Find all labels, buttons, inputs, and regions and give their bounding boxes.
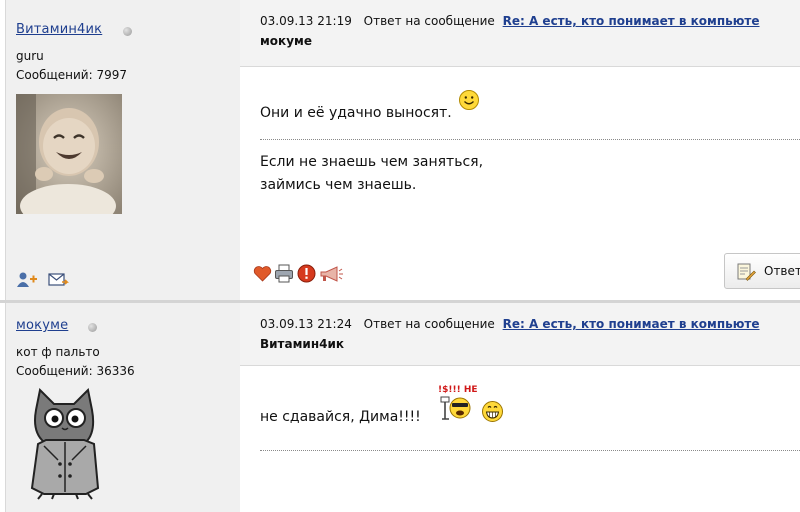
post-datetime: 03.09.13 21:19 (260, 14, 352, 28)
signature-line: займись чем знаешь. (260, 177, 417, 193)
megaphone-icon[interactable] (318, 265, 344, 283)
smile-emoticon-icon (459, 90, 480, 110)
recipient-name: мокуме (260, 34, 312, 48)
offline-status-icon (123, 27, 132, 36)
message-divider (260, 450, 800, 451)
avatar (30, 388, 100, 500)
avatar (16, 94, 122, 214)
reply-button-label: Ответ (764, 264, 800, 278)
grin-emoticon-icon (482, 401, 503, 422)
author-panel: мокуме кот ф пальто Сообщений: 36336 (5, 303, 241, 512)
author-name-link[interactable]: мокуме (16, 318, 68, 333)
message-text: Они и её удачно выносят. (260, 105, 452, 121)
signature: Если не знаешь чем заняться, займись чем… (260, 151, 483, 197)
offline-status-icon (88, 323, 97, 332)
author-post-count: Сообщений: 36336 (16, 364, 135, 378)
message-panel: 03.09.13 21:19 Ответ на сообщение Re: А … (240, 0, 800, 301)
message-header: 03.09.13 21:24 Ответ на сообщение Re: А … (240, 303, 800, 366)
heart-icon[interactable] (253, 265, 272, 282)
add-friend-icon[interactable] (16, 271, 38, 289)
message-meta: 03.09.13 21:24 Ответ на сообщение Re: А … (260, 317, 760, 331)
author-panel: Витамин4ик guru Сообщений: 7997 (5, 0, 241, 301)
forum-post: Витамин4ик guru Сообщений: 7997 03.09.13… (0, 0, 800, 301)
warning-icon[interactable] (297, 264, 316, 283)
message-meta: 03.09.13 21:19 Ответ на сообщение Re: А … (260, 14, 760, 28)
author-rank: кот ф пальто (16, 345, 100, 359)
reply-prefix: Ответ на сообщение (363, 14, 495, 28)
signature-line: Если не знаешь чем заняться, (260, 154, 484, 170)
reply-button[interactable]: Ответ (724, 253, 800, 289)
author-name-link[interactable]: Витамин4ик (16, 22, 102, 37)
signature-divider (260, 139, 800, 140)
recipient-name: Витамин4ик (260, 337, 345, 351)
author-rank: guru (16, 49, 44, 63)
emoticon-caption: !$!!! НЕ (438, 385, 478, 395)
reply-prefix: Ответ на сообщение (363, 317, 495, 331)
post-datetime: 03.09.13 21:24 (260, 317, 352, 331)
reply-to-link[interactable]: Re: А есть, кто понимает в компьюте (503, 317, 760, 331)
message-panel: 03.09.13 21:24 Ответ на сообщение Re: А … (240, 303, 800, 512)
forum-post: мокуме кот ф пальто Сообщений: 36336 03.… (0, 303, 800, 512)
cursing-emoticon-icon: !$!!! НЕ (438, 385, 478, 420)
message-header: 03.09.13 21:19 Ответ на сообщение Re: А … (240, 0, 800, 67)
message-body: не сдавайся, Дима!!!! (260, 406, 421, 429)
reply-note-icon (737, 263, 756, 281)
reply-to-link[interactable]: Re: А есть, кто понимает в компьюте (503, 14, 760, 28)
message-text: не сдавайся, Дима!!!! (260, 409, 421, 425)
message-body: Они и её удачно выносят. (260, 90, 480, 125)
print-icon[interactable] (274, 264, 294, 283)
send-message-icon[interactable] (48, 272, 70, 288)
author-post-count: Сообщений: 7997 (16, 68, 127, 82)
